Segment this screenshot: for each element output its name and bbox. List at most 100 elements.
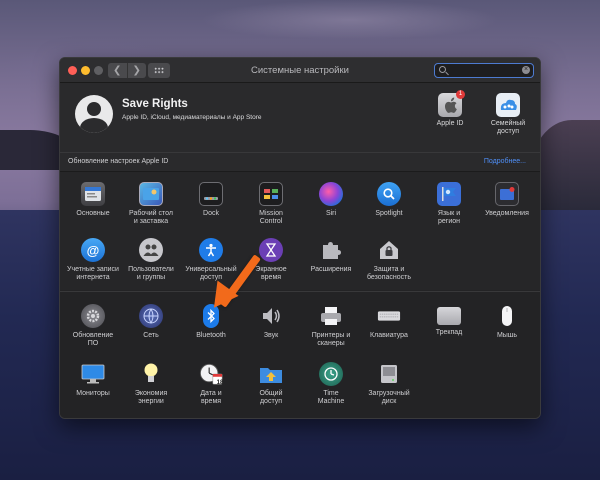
- apple-id-label: Apple ID: [436, 120, 464, 127]
- pane-label: ПО: [87, 340, 99, 347]
- pane-bluetooth[interactable]: Bluetooth: [181, 304, 241, 340]
- pane-label: Control: [259, 218, 283, 225]
- display-icon: [81, 362, 105, 386]
- family-sharing-label-1: Семейный: [490, 120, 526, 127]
- apple-logo-icon: 1: [438, 90, 465, 117]
- search-field[interactable]: ×: [434, 63, 534, 78]
- pane-language-region[interactable]: Язык и регион: [419, 182, 479, 226]
- avatar[interactable]: [75, 95, 113, 133]
- pane-label: Time: [323, 390, 339, 397]
- pane-printers-scanners[interactable]: Принтеры и сканеры: [301, 304, 361, 348]
- house-lock-icon: [377, 238, 401, 262]
- pane-keyboard[interactable]: Клавиатура: [359, 304, 419, 340]
- pane-software-update[interactable]: Обновление ПО: [63, 304, 123, 348]
- pane-sound[interactable]: Звук: [241, 304, 301, 340]
- pane-label: Уведомления: [485, 210, 529, 217]
- account-name: Save Rights: [122, 98, 188, 110]
- pane-time-machine[interactable]: Time Machine: [301, 362, 361, 406]
- pane-date-time[interactable]: 18 Дата и время: [181, 362, 241, 406]
- search-icon: [439, 66, 446, 73]
- pane-desktop-screensaver[interactable]: Рабочий стол и заставка: [121, 182, 181, 226]
- pane-label: Общий: [259, 390, 283, 397]
- pane-label: время: [200, 398, 222, 405]
- pane-label: диск: [381, 398, 397, 405]
- pane-label: Dock: [203, 210, 219, 217]
- pane-label: Загрузочный: [368, 390, 410, 397]
- hardware-section: Обновление ПО Сеть Bluetooth Звук Принте…: [60, 291, 540, 418]
- title-bar: ❮ ❯ Системные настройки ×: [60, 58, 540, 83]
- apple-id-header: Save Rights Apple ID, iCloud, медиаматер…: [60, 83, 540, 160]
- pane-label: Звук: [263, 332, 279, 339]
- pane-label: Основные: [76, 210, 110, 217]
- update-more-link[interactable]: Подробнее...: [484, 158, 526, 165]
- family-sharing-label-2: доступ: [496, 128, 520, 135]
- pane-label: Универсальный: [185, 266, 237, 273]
- trackpad-icon: [437, 307, 461, 325]
- mission-control-icon: [259, 182, 283, 206]
- users-icon: [139, 238, 163, 262]
- pane-users-groups[interactable]: Пользователи и группы: [121, 238, 181, 282]
- pane-displays[interactable]: Мониторы: [63, 362, 123, 398]
- general-icon: [81, 182, 105, 206]
- calendar-day: 18: [216, 380, 224, 386]
- pane-label: Machine: [317, 398, 345, 405]
- pane-extensions[interactable]: Расширения: [301, 238, 361, 274]
- apple-id-pane[interactable]: 1 Apple ID: [424, 90, 476, 128]
- pane-security-privacy[interactable]: Защита и безопасность: [359, 238, 419, 282]
- pane-siri[interactable]: Siri: [301, 182, 361, 218]
- pane-label: Расширения: [310, 266, 352, 273]
- pane-label: Принтеры и: [311, 332, 351, 339]
- pane-label: Spotlight: [375, 210, 403, 217]
- pane-label: Bluetooth: [196, 332, 226, 339]
- pane-label: Мышь: [496, 332, 518, 339]
- clear-search-icon[interactable]: ×: [522, 66, 530, 74]
- puzzle-piece-icon: [319, 238, 343, 262]
- pane-label: Клавиатура: [370, 332, 408, 339]
- update-banner-text: Обновление настроек Apple ID: [68, 158, 169, 165]
- pane-trackpad[interactable]: Трекпад: [419, 304, 479, 337]
- speaker-icon: [259, 304, 283, 328]
- accessibility-icon: [199, 238, 223, 262]
- pane-label: сканеры: [317, 340, 345, 347]
- pane-label: Пользователи: [128, 266, 174, 273]
- pane-energy-saver[interactable]: Экономия энергии: [121, 362, 181, 406]
- dock-icon: [199, 182, 223, 206]
- pane-label: доступ: [199, 274, 223, 281]
- pane-label: Сеть: [143, 332, 159, 339]
- pane-notifications[interactable]: Уведомления: [477, 182, 537, 218]
- pane-network[interactable]: Сеть: [121, 304, 181, 340]
- pane-label: Экономия: [134, 390, 168, 397]
- pane-label: Обновление: [72, 332, 114, 339]
- account-subtitle: Apple ID, iCloud, медиаматериалы и App S…: [122, 114, 262, 121]
- pane-spotlight[interactable]: Spotlight: [359, 182, 419, 218]
- desktop-icon: [139, 182, 163, 206]
- pane-label: время: [260, 274, 282, 281]
- pane-label: безопасность: [367, 274, 411, 281]
- pane-label: регион: [437, 218, 460, 225]
- printer-icon: [319, 304, 343, 328]
- pane-mission-control[interactable]: Mission Control: [241, 182, 301, 226]
- pane-label: и группы: [136, 274, 166, 281]
- search-input[interactable]: [449, 64, 519, 76]
- time-machine-icon: [319, 362, 343, 386]
- pane-accessibility[interactable]: Универсальный доступ: [181, 238, 241, 282]
- flag-icon: [437, 182, 461, 206]
- update-banner: Обновление настроек Apple ID Подробнее..…: [60, 152, 540, 172]
- pane-label: и заставка: [133, 218, 169, 225]
- gear-icon: [81, 304, 105, 328]
- pane-label: Рабочий стол: [129, 210, 173, 217]
- pane-internet-accounts[interactable]: @ Учетные записи интернета: [63, 238, 123, 282]
- network-globe-icon: [139, 304, 163, 328]
- pane-mouse[interactable]: Мышь: [477, 304, 537, 340]
- pane-startup-disk[interactable]: Загрузочный диск: [359, 362, 419, 406]
- notification-badge: 1: [456, 90, 465, 99]
- pane-general[interactable]: Основные: [63, 182, 123, 218]
- pane-label: Учетные записи: [67, 266, 119, 273]
- family-sharing-pane[interactable]: Семейный доступ: [482, 93, 534, 136]
- at-sign-icon: @: [81, 238, 105, 262]
- sharing-folder-icon: [259, 362, 283, 386]
- pane-sharing[interactable]: Общий доступ: [241, 362, 301, 406]
- pane-dock[interactable]: Dock: [181, 182, 241, 218]
- notifications-icon: [495, 182, 519, 206]
- pane-label: энергии: [138, 398, 164, 405]
